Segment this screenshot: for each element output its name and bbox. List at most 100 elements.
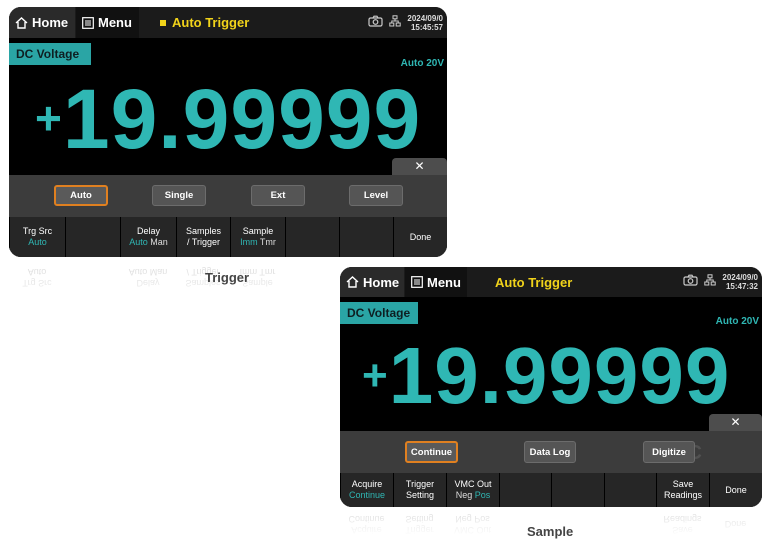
function-label[interactable]: DC Voltage bbox=[9, 43, 91, 65]
range-indicator: Auto 20V bbox=[400, 58, 444, 69]
mode-indicator-icon bbox=[160, 19, 166, 26]
trigger-screen: Home Menu Auto Trigger 2024/09/0 15:45:5… bbox=[9, 7, 447, 257]
reading-sign: + bbox=[362, 351, 389, 400]
option-continue[interactable]: Continue bbox=[405, 441, 458, 463]
reading-value: 19.99999 bbox=[388, 331, 731, 420]
softkey-label-2: Setting bbox=[405, 490, 435, 500]
clock-date: 2024/09/0 bbox=[722, 273, 758, 282]
softkey-label-2: Readings bbox=[663, 490, 703, 500]
softkey-empty[interactable] bbox=[285, 217, 339, 257]
mode-label: Auto Trigger bbox=[495, 274, 573, 290]
main-reading: +19.99999 bbox=[362, 330, 730, 435]
softkey-delay[interactable]: Delay Auto Man bbox=[120, 217, 176, 257]
trigger-caption: Trigger bbox=[205, 270, 250, 285]
clock: 2024/09/0 15:45:57 bbox=[407, 14, 443, 32]
clock-date: 2024/09/0 bbox=[407, 13, 443, 23]
reading-value: 19.99999 bbox=[62, 72, 422, 166]
clock-time: 15:47:32 bbox=[725, 282, 758, 291]
softkey-value: Continue bbox=[348, 490, 386, 500]
softkey-label: Delay bbox=[136, 226, 160, 236]
softkey-trigger-setting[interactable]: Trigger Setting bbox=[393, 473, 446, 507]
delay-man: Man bbox=[150, 237, 168, 247]
sample-imm: Imm bbox=[240, 237, 258, 247]
delay-auto: Auto bbox=[129, 237, 148, 247]
softkey-done[interactable]: Done bbox=[393, 217, 447, 257]
softkey-samples-per-trigger[interactable]: Samples / Trigger bbox=[176, 217, 230, 257]
home-icon bbox=[346, 276, 359, 288]
softkey-done[interactable]: Done bbox=[709, 473, 762, 507]
softkey-empty[interactable] bbox=[65, 217, 120, 257]
softkey-options: Neg Pos bbox=[456, 490, 491, 501]
sample-caption: Sample bbox=[527, 524, 574, 539]
close-icon: ✕ bbox=[414, 159, 425, 173]
menu-label: Menu bbox=[427, 274, 461, 290]
mode-label: Auto Trigger bbox=[172, 15, 250, 30]
home-button[interactable]: Home bbox=[9, 7, 75, 38]
softkey-acquire[interactable]: Acquire Continue bbox=[340, 473, 393, 507]
close-button[interactable]: ✕ bbox=[709, 414, 762, 431]
range-indicator: Auto 20V bbox=[715, 316, 759, 327]
softkey-trg-src[interactable]: Trg Src Auto bbox=[9, 217, 65, 257]
home-icon bbox=[15, 16, 28, 29]
softkey-options: Auto Man bbox=[129, 237, 168, 248]
reading-sign: + bbox=[35, 92, 63, 144]
softkey-empty[interactable] bbox=[499, 473, 551, 507]
menu-button[interactable]: Menu bbox=[76, 7, 139, 38]
option-bar: DC Auto Single Ext Level bbox=[9, 175, 447, 217]
softkey-label-2: / Trigger bbox=[186, 237, 220, 247]
main-reading: +19.99999 bbox=[35, 69, 421, 182]
softkey-bar: Trg Src Auto Delay Auto Man Samples / Tr… bbox=[9, 217, 447, 257]
softkey-empty[interactable] bbox=[339, 217, 393, 257]
menu-label: Menu bbox=[98, 15, 132, 30]
network-icon bbox=[389, 14, 402, 32]
sample-screen: Home Menu Auto Trigger 2024/09/0 15:47:3… bbox=[340, 267, 762, 507]
trigger-mode: Auto Trigger bbox=[495, 267, 572, 297]
softkey-empty[interactable] bbox=[551, 473, 604, 507]
vmc-neg: Neg bbox=[455, 490, 473, 500]
option-level[interactable]: Level bbox=[349, 185, 403, 206]
option-digitize[interactable]: Digitize bbox=[643, 441, 695, 463]
close-button[interactable]: ✕ bbox=[392, 158, 447, 175]
camera-icon[interactable] bbox=[368, 14, 384, 32]
status-area: 2024/09/0 15:45:57 bbox=[368, 7, 443, 38]
softkey-label: Save bbox=[672, 479, 694, 489]
menu-icon bbox=[82, 16, 94, 29]
option-ext[interactable]: Ext bbox=[251, 185, 305, 206]
clock-time: 15:45:57 bbox=[410, 22, 443, 32]
softkey-options: Imm Tmr bbox=[240, 237, 276, 248]
softkey-vmc-out[interactable]: VMC Out Neg Pos bbox=[446, 473, 499, 507]
top-bar: Home Menu Auto Trigger 2024/09/0 15:45:5… bbox=[9, 7, 447, 38]
option-data-log[interactable]: Data Log bbox=[524, 441, 576, 463]
clock: 2024/09/0 15:47:32 bbox=[722, 273, 758, 291]
option-single[interactable]: Single bbox=[152, 185, 206, 206]
menu-button[interactable]: Menu bbox=[405, 267, 467, 297]
softkey-label: Sample bbox=[242, 226, 274, 236]
softkey-bar: Acquire Continue Trigger Setting VMC Out… bbox=[340, 473, 762, 507]
option-bar: DC Continue Data Log Digitize bbox=[340, 431, 762, 473]
network-icon bbox=[704, 273, 717, 291]
softkey-label: VMC Out bbox=[454, 479, 492, 489]
top-bar: Home Menu Auto Trigger 2024/09/0 15:47:3… bbox=[340, 267, 762, 297]
trigger-mode: Auto Trigger bbox=[160, 7, 249, 38]
softkey-label: Acquire bbox=[351, 479, 383, 489]
softkey-save-readings[interactable]: Save Readings bbox=[656, 473, 709, 507]
softkey-label: Done bbox=[409, 231, 432, 242]
softkey-label: Samples bbox=[185, 226, 221, 236]
softkey-empty[interactable] bbox=[604, 473, 656, 507]
status-area: 2024/09/0 15:47:32 bbox=[683, 267, 758, 297]
softkey-label: Trigger bbox=[405, 479, 435, 489]
home-label: Home bbox=[32, 15, 69, 30]
home-label: Home bbox=[363, 274, 400, 290]
softkey-sample[interactable]: Sample Imm Tmr bbox=[230, 217, 285, 257]
menu-icon bbox=[411, 276, 423, 288]
option-auto[interactable]: Auto bbox=[54, 185, 108, 206]
home-button[interactable]: Home bbox=[340, 267, 404, 297]
softkey-label: Done bbox=[725, 484, 747, 495]
sample-tmr: Tmr bbox=[259, 237, 276, 247]
function-label[interactable]: DC Voltage bbox=[340, 302, 418, 324]
camera-icon[interactable] bbox=[683, 273, 699, 291]
softkey-value: Auto bbox=[28, 237, 47, 247]
close-icon: ✕ bbox=[730, 415, 741, 429]
vmc-pos: Pos bbox=[474, 490, 491, 500]
softkey-label: Trg Src bbox=[22, 226, 53, 236]
